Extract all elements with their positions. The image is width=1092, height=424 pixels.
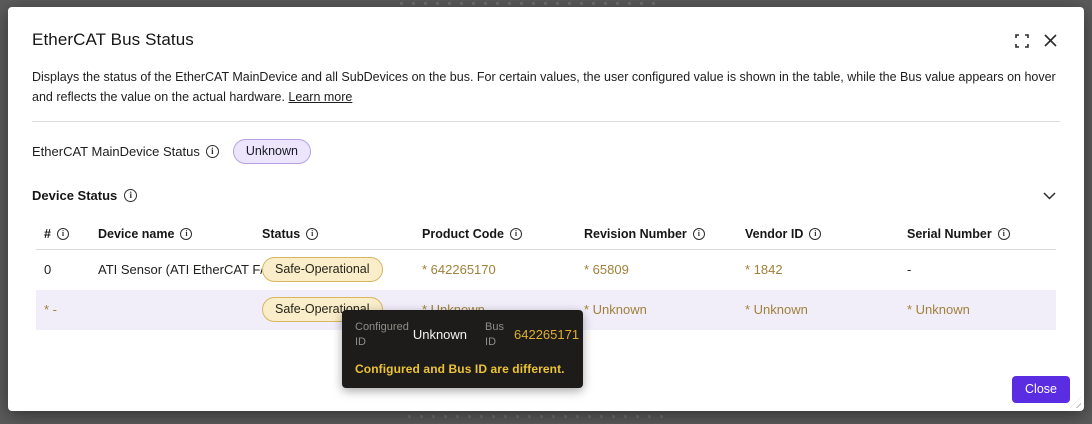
cell-revision-number: * 65809	[584, 262, 629, 277]
tooltip-configured-id-label: Configured ID	[355, 321, 409, 348]
cell-serial-number: * Unknown	[907, 302, 970, 317]
info-icon[interactable]	[997, 227, 1010, 240]
maindevice-status-badge: Unknown	[232, 138, 311, 164]
info-icon[interactable]	[56, 227, 69, 240]
cell-serial-number: -	[907, 262, 912, 277]
divider	[32, 120, 1060, 122]
page-title: EtherCAT Bus Status	[32, 30, 194, 49]
cell-vendor-id: * Unknown	[745, 302, 808, 317]
column-header-index: #	[36, 227, 98, 241]
column-header-revision-number: Revision Number	[584, 227, 745, 241]
background-app-dots	[408, 415, 668, 418]
column-header-product-code: Product Code	[422, 227, 584, 241]
column-header-status: Status	[262, 227, 422, 241]
background-app-dots	[400, 2, 660, 5]
cell-index: * -	[44, 302, 57, 317]
tooltip-bus-id-value: 642265171	[514, 327, 580, 343]
cell-index: 0	[44, 262, 52, 277]
maindevice-status-row: EtherCAT MainDevice Status Unknown	[32, 138, 1060, 164]
bus-value-tooltip: Configured ID Unknown Bus ID 642265171 C…	[342, 310, 583, 388]
cell-device-name: ATI Sensor (ATI EtherCAT F/T	[98, 262, 262, 277]
close-icon[interactable]	[1043, 33, 1058, 48]
column-header-serial-number: Serial Number	[907, 227, 1056, 241]
cell-vendor-id: * 1842	[745, 262, 783, 277]
info-icon[interactable]	[124, 189, 138, 202]
maindevice-status-label: EtherCAT MainDevice Status	[32, 143, 200, 159]
info-icon[interactable]	[509, 227, 522, 240]
column-header-device-name: Device name	[98, 227, 262, 241]
cell-product-code: * 642265170	[422, 262, 496, 277]
learn-more-link[interactable]: Learn more	[288, 90, 352, 104]
chevron-down-icon[interactable]	[1041, 185, 1058, 207]
tooltip-configured-id-value: Unknown	[412, 327, 468, 343]
expand-fullscreen-icon[interactable]	[1014, 33, 1029, 48]
info-icon[interactable]	[306, 227, 319, 240]
info-icon[interactable]	[809, 227, 822, 240]
table-row[interactable]: 0 ATI Sensor (ATI EtherCAT F/T Safe-Oper…	[36, 250, 1056, 290]
tooltip-bus-id-label: Bus ID	[485, 321, 504, 348]
device-status-title: Device Status	[32, 188, 118, 203]
cell-revision-number: * Unknown	[584, 302, 647, 317]
status-badge: Safe-Operational	[262, 257, 383, 282]
dialog-header: EtherCAT Bus Status	[32, 7, 1060, 50]
column-header-vendor-id: Vendor ID	[745, 227, 907, 241]
info-icon[interactable]	[205, 144, 219, 158]
info-icon[interactable]	[180, 227, 193, 240]
cell-status: Safe-Operational	[262, 257, 422, 282]
table-header-row: # Device name Status Product Code Revisi…	[36, 219, 1056, 250]
dialog-description: Displays the status of the EtherCAT Main…	[32, 67, 1060, 108]
tooltip-warning-message: Configured and Bus ID are different.	[355, 361, 565, 376]
info-icon[interactable]	[692, 227, 705, 240]
close-button[interactable]: Close	[1012, 376, 1070, 403]
device-status-section-header: Device Status	[32, 185, 1060, 207]
ethercat-bus-status-dialog: EtherCAT Bus Status Displays the status …	[8, 7, 1084, 411]
description-text: Displays the status of the EtherCAT Main…	[32, 70, 1056, 105]
